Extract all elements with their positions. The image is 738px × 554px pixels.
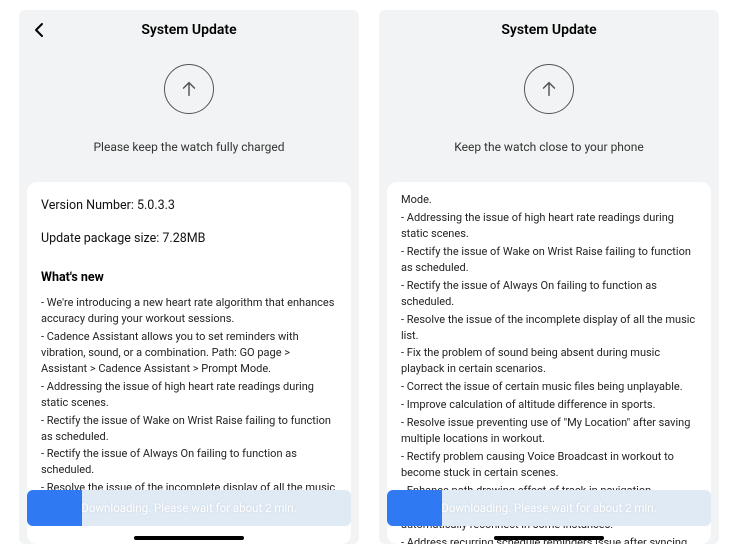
page-title: System Update: [141, 22, 236, 38]
release-notes[interactable]: - We're introducing a new heart rate alg…: [41, 295, 337, 515]
release-note-item: - Fix the problem of sound being absent …: [401, 345, 697, 377]
version-number: Version Number: 5.0.3.3: [41, 198, 337, 213]
page-title: System Update: [501, 22, 596, 38]
release-note-item: - Rectify the issue of Wake on Wrist Rai…: [41, 413, 337, 445]
title-bar: System Update: [19, 10, 359, 50]
phone-screen-left: System Update Please keep the watch full…: [19, 10, 359, 544]
title-bar: System Update: [379, 10, 719, 50]
phone-screen-right: System Update Keep the watch close to yo…: [379, 10, 719, 544]
upload-arrow-icon: [524, 64, 574, 114]
download-label: Downloading. Please wait for about 2 min…: [81, 501, 296, 515]
download-progress-bar[interactable]: Downloading. Please wait for about 2 min…: [387, 490, 711, 526]
hero-section: Keep the watch close to your phone: [379, 50, 719, 172]
release-note-item: Mode.: [401, 192, 697, 208]
home-indicator[interactable]: [494, 536, 604, 540]
download-progress-bar[interactable]: Downloading. Please wait for about 2 min…: [27, 490, 351, 526]
hero-section: Please keep the watch fully charged: [19, 50, 359, 172]
release-note-item: - Rectify the issue of Always On failing…: [401, 278, 697, 310]
release-note-item: - Improve calculation of altitude differ…: [401, 397, 697, 413]
release-note-item: - Addressing the issue of high heart rat…: [401, 210, 697, 242]
whats-new-heading: What's new: [41, 270, 337, 285]
hero-message: Keep the watch close to your phone: [454, 140, 644, 154]
release-note-item: - We're introducing a new heart rate alg…: [41, 295, 337, 327]
hero-message: Please keep the watch fully charged: [93, 140, 284, 154]
upload-arrow-icon: [164, 64, 214, 114]
release-note-item: - Resolve issue preventing use of "My Lo…: [401, 415, 697, 447]
release-note-item: - Rectify the issue of Always On failing…: [41, 446, 337, 478]
release-note-item: - Addressing the issue of high heart rat…: [41, 379, 337, 411]
progress-fill: [387, 490, 442, 526]
download-label: Downloading. Please wait for about 2 min…: [441, 501, 656, 515]
progress-fill: [27, 490, 82, 526]
release-note-item: - Rectify problem causing Voice Broadcas…: [401, 449, 697, 481]
release-note-item: - Resolve the issue of the incomplete di…: [401, 312, 697, 344]
release-note-item: - Cadence Assistant allows you to set re…: [41, 329, 337, 377]
release-note-item: - Correct the issue of certain music fil…: [401, 379, 697, 395]
back-icon[interactable]: [31, 22, 47, 38]
release-note-item: - Rectify the issue of Wake on Wrist Rai…: [401, 244, 697, 276]
fade-overlay: [27, 524, 351, 544]
package-size: Update package size: 7.28MB: [41, 231, 337, 246]
home-indicator[interactable]: [134, 536, 244, 540]
